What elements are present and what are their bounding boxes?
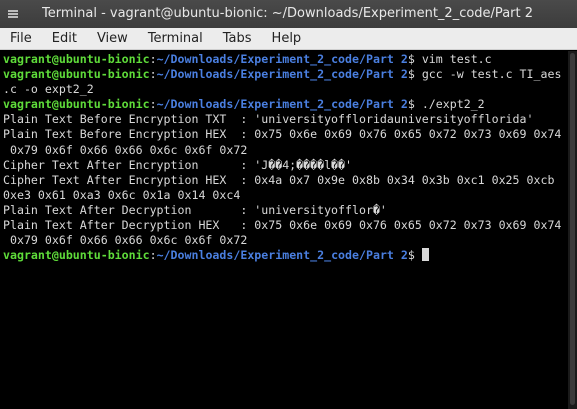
prompt-user: vagrant@ubuntu-bionic: [3, 67, 150, 82]
command-text: vim test.c: [421, 52, 492, 66]
menu-terminal[interactable]: Terminal: [138, 29, 213, 49]
prompt-line: vagrant@ubuntu-bionic:~/Downloads/Experi…: [3, 52, 492, 66]
scrollbar-thumb[interactable]: [570, 53, 575, 405]
output-line: Cipher Text After Encryption : 'J��4;���…: [3, 157, 353, 172]
prompt-path: ~/Downloads/Experiment_2_code/Part 2: [156, 97, 408, 112]
title-bar[interactable]: Terminal - vagrant@ubuntu-bionic: ~/Down…: [0, 0, 577, 28]
prompt-user: vagrant@ubuntu-bionic: [3, 52, 150, 66]
command-text: gcc -w test.c TI_aes: [421, 67, 562, 82]
output-line: 0xe3 0x61 0xa3 0x6c 0x1a 0x14 0xc4: [3, 187, 241, 202]
prompt-path: ~/Downloads/Experiment_2_code/Part 2: [156, 67, 408, 82]
prompt-line: vagrant@ubuntu-bionic:~/Downloads/Experi…: [3, 67, 562, 82]
menu-help[interactable]: Help: [262, 29, 312, 49]
prompt-line: vagrant@ubuntu-bionic:~/Downloads/Experi…: [3, 97, 485, 112]
prompt-user: vagrant@ubuntu-bionic: [3, 97, 150, 112]
terminal-output[interactable]: vagrant@ubuntu-bionic:~/Downloads/Experi…: [0, 51, 568, 409]
prompt-path: ~/Downloads/Experiment_2_code/Part 2: [156, 248, 408, 263]
prompt-line: vagrant@ubuntu-bionic:~/Downloads/Experi…: [3, 248, 568, 263]
text-cursor: [421, 248, 429, 262]
scrollbar[interactable]: [568, 51, 577, 409]
output-line: 0x79 0x6f 0x66 0x66 0x6c 0x6f 0x72: [3, 233, 248, 248]
menu-tabs[interactable]: Tabs: [213, 29, 262, 49]
command-text: ./expt2_2: [421, 97, 485, 112]
menu-bar: File Edit View Terminal Tabs Help: [0, 28, 577, 50]
terminal-window: Terminal - vagrant@ubuntu-bionic: ~/Down…: [0, 0, 577, 409]
output-line: Plain Text Before Encryption TXT : 'univ…: [3, 112, 534, 127]
prompt-user: vagrant@ubuntu-bionic: [3, 248, 150, 263]
menu-edit[interactable]: Edit: [42, 29, 87, 49]
output-line: Plain Text Before Encryption HEX : 0x75 …: [3, 127, 562, 142]
output-line: Plain Text After Decryption HEX : 0x75 0…: [3, 218, 562, 233]
output-line: Plain Text After Decryption : 'universit…: [3, 202, 387, 217]
window-title: Terminal - vagrant@ubuntu-bionic: ~/Down…: [42, 6, 534, 21]
output-line: 0x79 0x6f 0x66 0x66 0x6c 0x6f 0x72: [3, 142, 248, 157]
output-line: Cipher Text After Encryption HEX : 0x4a …: [3, 172, 555, 187]
menu-file[interactable]: File: [0, 29, 42, 49]
window-menu-icon[interactable]: [6, 7, 20, 21]
prompt-path: ~/Downloads/Experiment_2_code/Part 2: [156, 52, 408, 66]
command-wrap-line: .c -o expt2_2: [3, 82, 94, 97]
menu-view[interactable]: View: [87, 29, 138, 49]
